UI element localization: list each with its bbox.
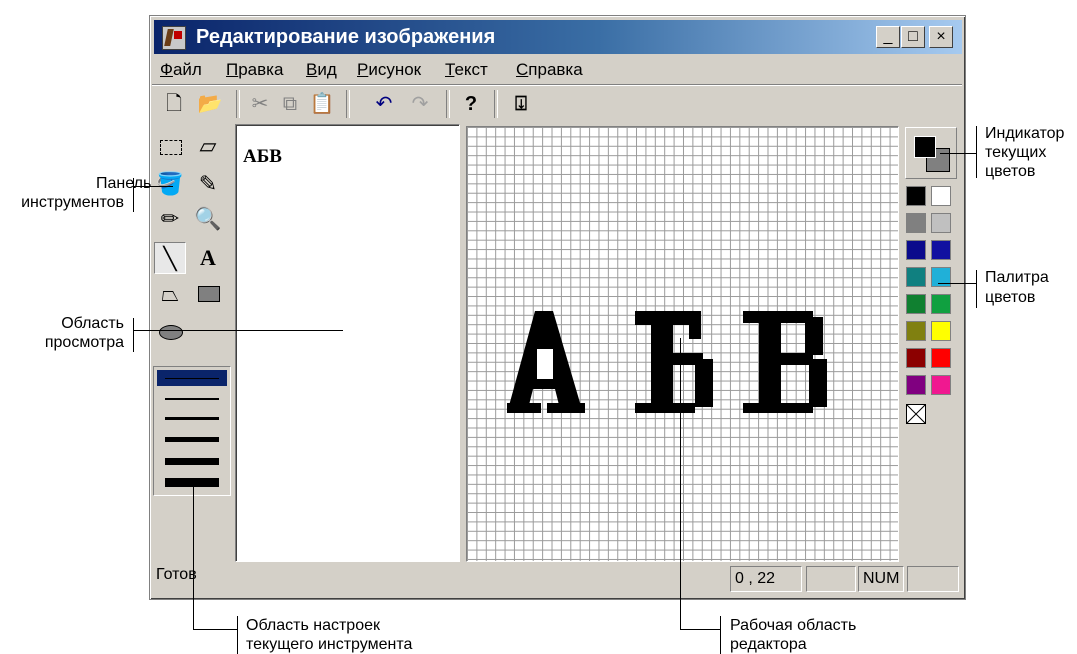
paste-icon[interactable]: 📋 <box>308 90 336 118</box>
line-width-option[interactable] <box>157 390 227 406</box>
eraser-icon[interactable]: ▱ <box>192 130 224 162</box>
minimize-button[interactable]: _ <box>876 26 900 48</box>
color-swatch[interactable] <box>931 375 951 395</box>
line-width-option[interactable] <box>157 470 227 487</box>
annotation-bracket <box>976 126 977 178</box>
status-panel-empty <box>907 566 959 592</box>
annotation-workarea-1: Рабочая область <box>730 617 857 634</box>
annotation-settings-2: текущего инструмента <box>246 636 413 653</box>
new-icon[interactable]: 🗋 <box>160 90 188 118</box>
annotation-settings-1: Область настроек <box>246 617 380 634</box>
app-icon <box>162 26 186 50</box>
redo-icon[interactable]: ↷ <box>406 90 434 118</box>
menu-image[interactable]: Рисунок <box>357 59 421 81</box>
annotation-bracket <box>720 616 721 654</box>
menu-divider <box>152 84 962 86</box>
fill-icon[interactable]: 🪣 <box>154 168 186 200</box>
context-help-icon[interactable]: ⍗ <box>507 90 535 118</box>
toolbar-separator <box>236 90 240 118</box>
maximize-button[interactable]: □ <box>901 26 925 48</box>
editor-canvas[interactable] <box>466 126 899 562</box>
color-swatch[interactable] <box>931 294 951 314</box>
line-icon[interactable]: ╲ <box>154 242 186 274</box>
color-swatch[interactable] <box>931 240 951 260</box>
copy-icon[interactable]: ⧉ <box>276 90 304 118</box>
annotation-preview-1: Область <box>61 315 124 332</box>
color-palette <box>905 186 955 426</box>
annotation-leader <box>193 486 194 630</box>
preview-text: АБВ <box>243 146 282 167</box>
annotation-leader <box>133 330 343 331</box>
color-swatch[interactable] <box>931 321 951 341</box>
color-swatch[interactable] <box>906 240 926 260</box>
line-width-option[interactable] <box>157 429 227 445</box>
annotation-leader <box>680 338 681 630</box>
window-title: Редактирование изображения <box>196 26 496 48</box>
toolbar-separator <box>346 90 350 118</box>
color-swatch[interactable] <box>931 348 951 368</box>
annotation-indicator-1: Индикатор <box>985 125 1065 142</box>
menu-text[interactable]: Текст <box>445 59 488 81</box>
polygon-icon[interactable]: ⏢ <box>154 278 186 310</box>
color-swatch[interactable] <box>906 348 926 368</box>
color-swatch[interactable] <box>906 294 926 314</box>
annotation-leader <box>940 153 976 154</box>
toolbar-separator <box>446 90 450 118</box>
annotation-bracket <box>976 270 977 308</box>
annotation-leader <box>193 629 238 630</box>
annotation-tools-1: Панель <box>96 175 152 192</box>
open-icon[interactable]: 📂 <box>196 90 224 118</box>
menu-file[interactable]: Файл <box>160 59 202 81</box>
text-icon[interactable]: A <box>192 242 224 274</box>
color-swatch[interactable] <box>906 375 926 395</box>
select-rect-icon[interactable] <box>154 130 186 162</box>
annotation-palette-2: цветов <box>985 289 1036 306</box>
status-text: Готов <box>156 566 197 583</box>
eyedropper-icon[interactable]: ✎ <box>192 168 224 200</box>
ellipse-icon[interactable] <box>154 316 186 348</box>
annotation-tools-2: инструментов <box>21 194 124 211</box>
annotation-leader <box>680 629 720 630</box>
num-lock-indicator: NUM <box>858 566 904 592</box>
annotation-bracket <box>133 318 134 352</box>
color-swatch[interactable] <box>906 186 926 206</box>
color-swatch[interactable] <box>931 213 951 233</box>
line-width-option[interactable] <box>157 450 227 466</box>
annotation-bracket <box>133 178 134 212</box>
annotation-indicator-2: текущих <box>985 144 1047 161</box>
color-swatch[interactable] <box>931 186 951 206</box>
color-swatch[interactable] <box>931 267 951 287</box>
menu-edit[interactable]: Правка <box>226 59 283 81</box>
annotation-workarea-2: редактора <box>730 636 807 653</box>
annotation-bracket <box>237 616 238 654</box>
status-panel-empty <box>806 566 856 592</box>
magnifier-icon[interactable]: 🔍 <box>192 203 224 235</box>
annotation-palette-1: Палитра <box>985 269 1049 286</box>
annotation-preview-2: просмотра <box>44 334 124 351</box>
color-swatch[interactable] <box>906 213 926 233</box>
close-button[interactable]: × <box>929 26 953 48</box>
line-width-option[interactable] <box>157 370 227 386</box>
line-width-option[interactable] <box>157 409 227 425</box>
toolbar-separator <box>494 90 498 118</box>
pencil-icon[interactable]: ✏ <box>154 203 186 235</box>
pixel-letters <box>507 311 827 413</box>
rectangle-icon[interactable] <box>192 278 224 310</box>
annotation-leader <box>938 283 976 284</box>
transparent-color-swatch[interactable] <box>906 404 926 424</box>
help-icon[interactable]: ? <box>457 90 485 118</box>
menu-help[interactable]: Справка <box>516 59 583 81</box>
undo-icon[interactable]: ↶ <box>370 90 398 118</box>
coordinates-panel: 0 , 22 <box>730 566 802 592</box>
color-swatch[interactable] <box>906 267 926 287</box>
preview-area <box>235 124 460 562</box>
color-swatch[interactable] <box>906 321 926 341</box>
annotation-leader <box>133 186 173 187</box>
cut-icon[interactable]: ✂ <box>246 90 274 118</box>
menu-view[interactable]: Вид <box>306 59 337 81</box>
annotation-indicator-3: цветов <box>985 163 1036 180</box>
